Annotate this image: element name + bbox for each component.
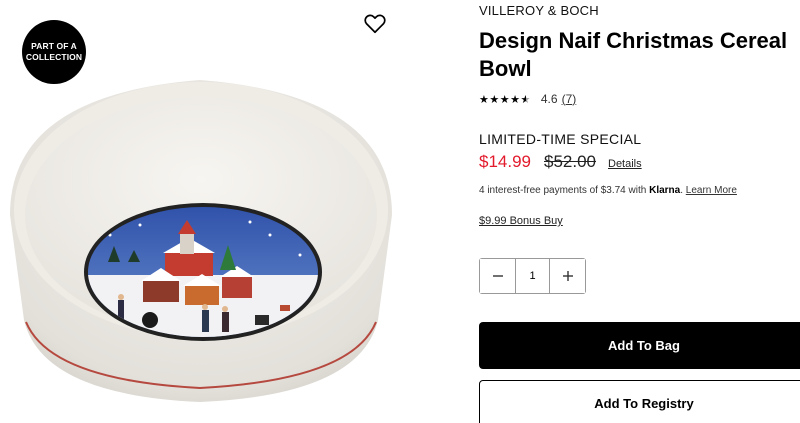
klarna-message: 4 interest-free payments of $3.74 with K… <box>479 185 737 196</box>
star-half-icon: ★ <box>520 93 531 106</box>
star-icon: ★ <box>499 93 511 106</box>
minus-icon[interactable] <box>480 259 516 293</box>
product-brand[interactable]: VILLEROY & BOCH <box>479 3 599 18</box>
details-link[interactable]: Details <box>608 158 642 170</box>
quantity-value[interactable]: 1 <box>516 259 549 293</box>
klarna-prefix: 4 interest-free payments of $3.74 with <box>479 185 650 196</box>
sale-price: $14.99 <box>479 152 531 171</box>
review-count-link[interactable]: 7 <box>562 92 577 106</box>
product-image[interactable] <box>0 70 410 423</box>
heart-outline-icon[interactable] <box>362 10 388 36</box>
klarna-brand: Klarna <box>649 185 681 196</box>
rating-summary[interactable]: ★ ★ ★ ★ ★ 4.6 7 <box>479 92 576 106</box>
quantity-stepper: 1 <box>479 258 586 294</box>
promo-label: LIMITED-TIME SPECIAL <box>479 131 642 147</box>
star-icon: ★ <box>510 93 521 106</box>
star-icon: ★ <box>479 93 490 106</box>
plus-icon[interactable] <box>549 259 585 293</box>
bonus-buy-link[interactable]: $9.99 Bonus Buy <box>479 215 563 227</box>
collection-badge[interactable]: PART OF A COLLECTION <box>22 20 86 84</box>
badge-line2: COLLECTION <box>25 52 83 62</box>
add-to-bag-button[interactable]: Add To Bag <box>479 322 800 369</box>
add-to-registry-button[interactable]: Add To Registry <box>479 380 800 423</box>
price-row: $14.99 $52.00 Details <box>479 152 642 172</box>
original-price: $52.00 <box>544 152 596 171</box>
badge-line1: PART OF A <box>31 41 77 51</box>
learn-more-link[interactable]: Learn More <box>686 185 737 196</box>
product-title: Design Naif Christmas Cereal Bowl <box>479 28 788 81</box>
rating-stars: ★ ★ ★ ★ ★ <box>479 93 531 106</box>
rating-value: 4.6 <box>540 92 558 106</box>
product-info: VILLEROY & BOCH Design Naif Christmas Ce… <box>479 0 800 423</box>
product-image-area: PART OF A COLLECTION <box>0 0 410 423</box>
star-icon: ★ <box>489 93 500 106</box>
